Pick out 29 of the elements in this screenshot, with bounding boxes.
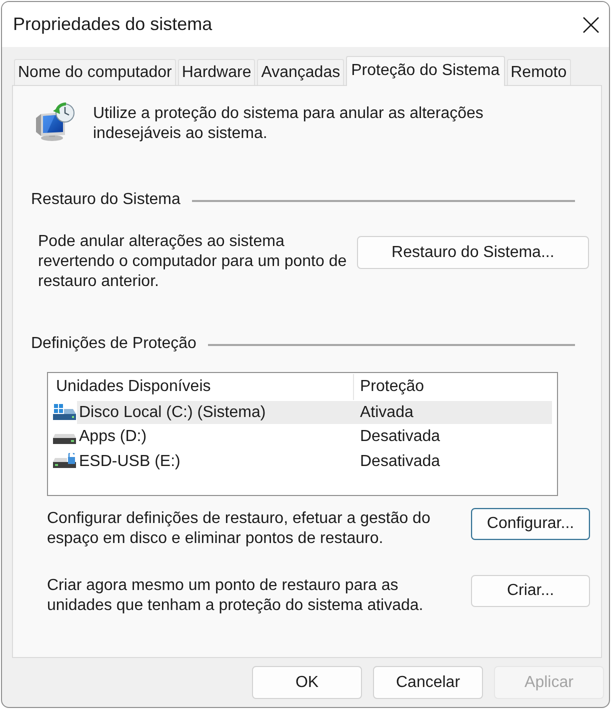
tab[interactable]: Nome do computador — [14, 59, 176, 85]
description-text: Pode anular alterações ao sistema revertendo o computador para um ponto de restauro anterior. — [38, 232, 348, 292]
table-cell[interactable]: Disco Local (C:) (Sistema) — [77, 400, 353, 424]
tab[interactable]: Remoto — [506, 59, 571, 85]
tab[interactable]: Proteção do Sistema — [346, 56, 505, 86]
windows-drive-icon — [53, 404, 77, 420]
tab[interactable]: Hardware — [178, 59, 256, 85]
table-cell[interactable]: Desativada — [353, 425, 552, 448]
action-button[interactable]: Criar... — [471, 575, 590, 607]
restore-button[interactable]: Restauro do Sistema... — [356, 236, 589, 269]
dialog-button[interactable]: OK — [252, 666, 362, 699]
tab[interactable]: Avançadas — [257, 59, 344, 85]
computer-clock-icon — [35, 102, 75, 142]
intro-text: Utilize a proteção do sistema para anular as alterações indesejáveis ao sistema. — [93, 104, 484, 144]
description-text: Configurar definições de restauro, efetuar a gestão do espaço em disco e eliminar pontos de restauro. — [47, 509, 432, 549]
description-text: Criar agora mesmo um ponto de restauro para as unidades que tenham a proteção do sistema ativada. — [47, 576, 424, 616]
dialog-button[interactable]: Cancelar — [373, 666, 483, 699]
table-cell[interactable]: Apps (D:) — [77, 425, 353, 448]
table-cell[interactable]: Desativada — [353, 450, 552, 473]
column-header[interactable]: Unidades Disponíveis — [49, 374, 354, 400]
column-header[interactable]: Proteção — [354, 374, 424, 400]
close-icon[interactable] — [583, 17, 599, 33]
usb-drive-icon — [53, 453, 77, 470]
window-title: Propriedades do sistema — [13, 14, 212, 35]
section-heading: Restauro do Sistema — [31, 191, 180, 209]
action-button[interactable]: Configurar... — [471, 508, 590, 540]
table-cell[interactable]: ESD-USB (E:) — [77, 450, 353, 473]
section-heading: Definições de Proteção — [31, 335, 196, 353]
table-cell[interactable]: Ativada — [353, 400, 552, 424]
